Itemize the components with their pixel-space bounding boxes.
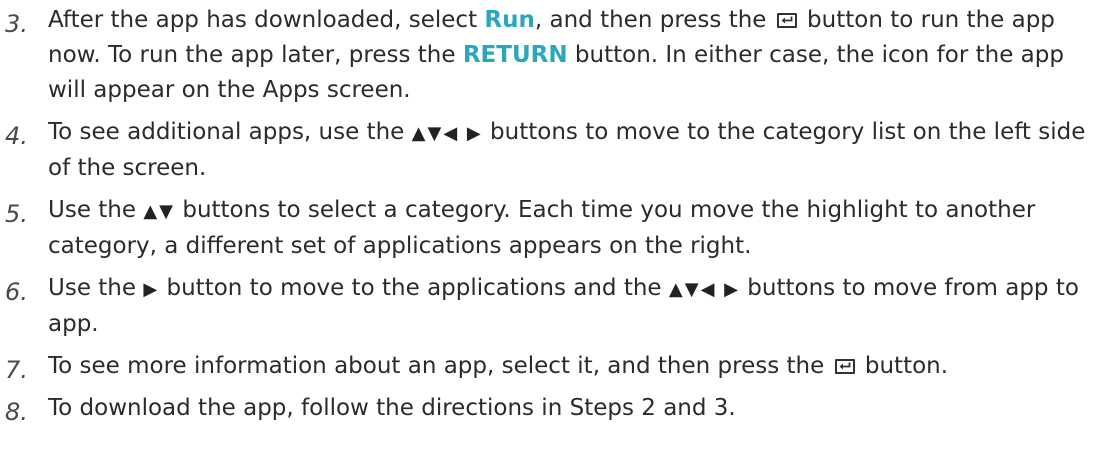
step-text: Use the: [48, 197, 144, 223]
step-4: 4. To see additional apps, use the ▲▼◀ ▶…: [0, 115, 1108, 186]
step-text: button.: [857, 353, 949, 379]
step-number: 6.: [5, 278, 28, 306]
step-text: To see more information about an app, se…: [48, 353, 832, 379]
instruction-page: 3. After the app has downloaded, select …: [0, 0, 1108, 466]
arrow-buttons-icon: ▲▼◀ ▶: [411, 123, 483, 144]
step-8: 8. To download the app, follow the direc…: [0, 391, 1108, 426]
step-text: button to move to the applications and t…: [159, 275, 669, 301]
enter-button-icon: [834, 359, 855, 374]
enter-button-icon: [776, 13, 797, 28]
step-6: 6. Use the ▶ button to move to the appli…: [0, 271, 1108, 342]
step-text: , and then press the: [534, 7, 774, 33]
right-arrow-icon: ▶: [143, 279, 160, 300]
run-label: Run: [484, 7, 535, 33]
step-5: 5. Use the ▲▼ buttons to select a catego…: [0, 193, 1108, 264]
step-text: Use the: [48, 275, 144, 301]
step-text: After the app has downloaded, select: [48, 7, 485, 33]
step-number: 5.: [5, 200, 28, 228]
step-number: 3.: [5, 10, 28, 38]
step-3: 3. After the app has downloaded, select …: [0, 3, 1108, 108]
step-7: 7. To see more information about an app,…: [0, 349, 1108, 384]
step-text: To see additional apps, use the: [48, 119, 412, 145]
step-number: 8.: [5, 398, 28, 426]
return-label: RETURN: [462, 42, 568, 68]
arrow-buttons-icon: ▲▼◀ ▶: [668, 279, 740, 300]
step-text: buttons to select a category. Each time …: [48, 197, 1036, 259]
step-number: 4.: [5, 122, 28, 150]
up-down-arrows-icon: ▲▼: [143, 201, 176, 222]
step-text: To download the app, follow the directio…: [48, 395, 736, 421]
step-number: 7.: [5, 356, 28, 384]
